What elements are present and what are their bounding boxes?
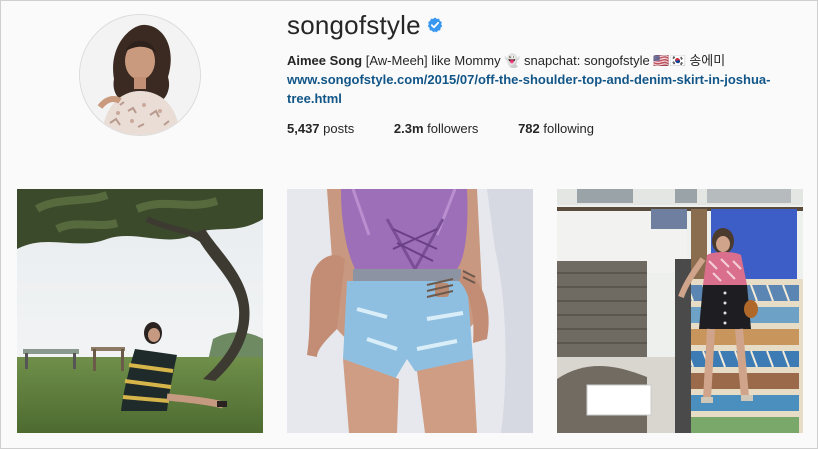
profile-page: songofstyle Aimee Song [Aw-Meeh] like Mo… xyxy=(0,0,818,449)
profile-website-link[interactable]: www.songofstyle.com/2015/07/off-the-shou… xyxy=(287,70,777,108)
following-count: 782 xyxy=(518,121,540,136)
profile-bio-text: [Aw-Meeh] like Mommy 👻 snapchat: songofs… xyxy=(365,53,726,68)
following-label: following xyxy=(543,121,594,136)
profile-full-name: Aimee Song xyxy=(287,53,363,68)
post-thumbnail-3[interactable] xyxy=(557,189,803,433)
stat-followers[interactable]: 2.3m followers xyxy=(394,121,479,136)
stat-following[interactable]: 782 following xyxy=(518,121,594,136)
posts-label: posts xyxy=(323,121,355,136)
profile-username: songofstyle xyxy=(287,10,421,40)
post-thumbnail-1[interactable] xyxy=(17,189,263,433)
followers-label: followers xyxy=(427,121,479,136)
posts-count: 5,437 xyxy=(287,121,320,136)
post-thumbnail-2[interactable] xyxy=(287,189,533,433)
verified-badge-icon xyxy=(427,17,443,33)
profile-stats: 5,437 posts 2.3m followers 782 following xyxy=(287,121,630,136)
followers-count: 2.3m xyxy=(393,121,424,136)
stat-posts: 5,437 posts xyxy=(287,121,354,136)
profile-avatar[interactable] xyxy=(79,14,201,136)
profile-bio: Aimee Song [Aw-Meeh] like Mommy 👻 snapch… xyxy=(287,52,725,70)
